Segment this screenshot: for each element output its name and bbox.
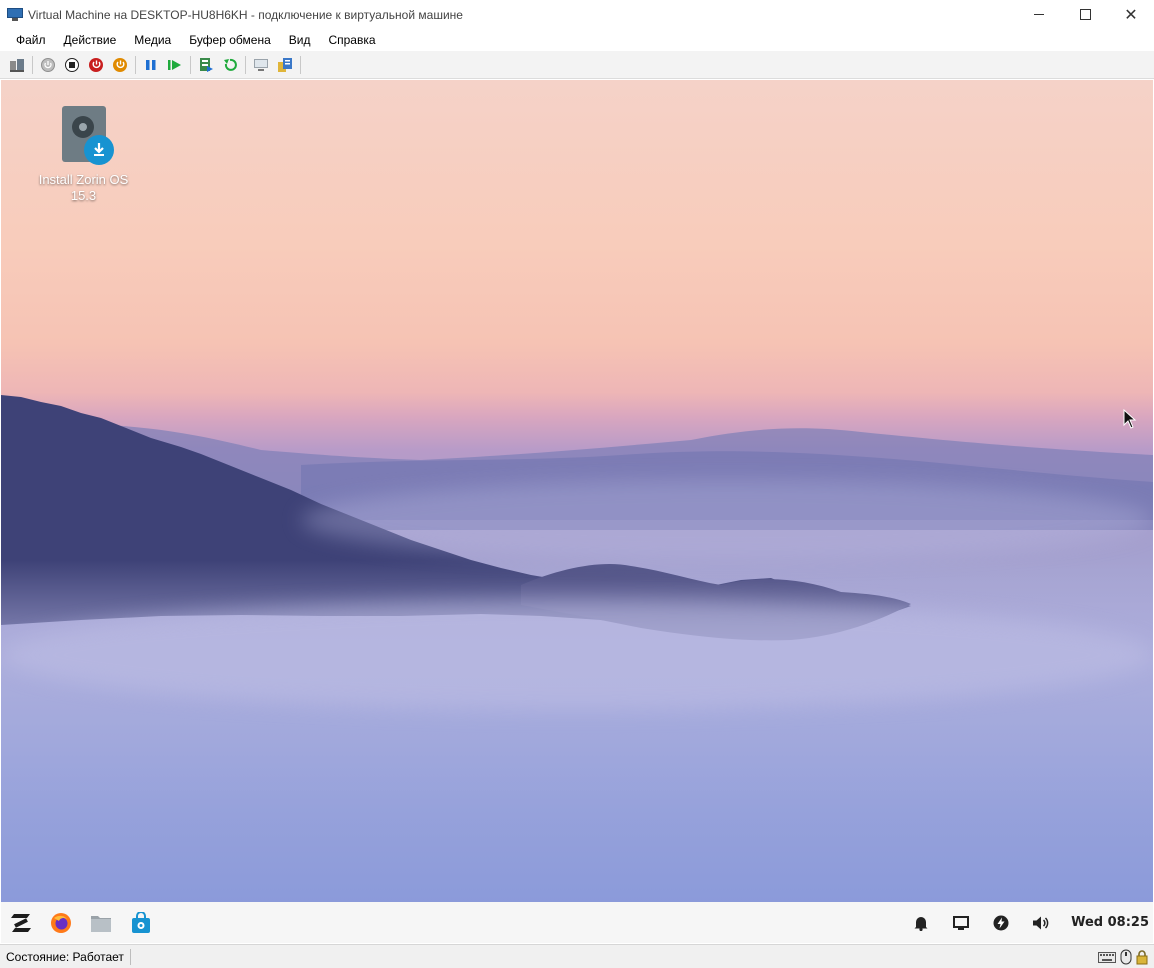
fog-band	[301, 480, 1153, 560]
toolbar	[0, 51, 1154, 79]
shutdown-icon	[89, 57, 103, 72]
start-icon	[41, 57, 55, 72]
guest-taskbar: Wed 08:25	[1, 902, 1153, 943]
enhanced-session-button[interactable]	[253, 57, 269, 73]
notifications-icon	[914, 916, 928, 931]
toolbar-separator	[300, 55, 301, 74]
display-icon	[953, 915, 970, 930]
save-state-icon	[113, 57, 127, 72]
toolbar-separator	[190, 55, 191, 74]
turn-off-button[interactable]	[64, 57, 80, 73]
start-button[interactable]	[40, 57, 56, 73]
menu-bar: Файл Действие Медиа Буфер обмена Вид Спр…	[0, 29, 1154, 51]
pause-icon	[146, 59, 156, 70]
turn-off-icon	[65, 57, 79, 72]
software-store-icon	[132, 911, 150, 933]
zorin-menu-icon	[11, 913, 31, 932]
menu-view[interactable]: Вид	[280, 29, 320, 51]
firefox-button[interactable]	[41, 902, 81, 943]
guest-desktop[interactable]: Install Zorin OS 15.3	[1, 80, 1153, 902]
resume-button[interactable]	[167, 57, 183, 73]
revert-icon	[224, 58, 237, 71]
menu-clipboard[interactable]: Буфер обмена	[180, 29, 280, 51]
lock-icon	[1136, 949, 1148, 964]
system-tray: Wed 08:25	[901, 902, 1153, 943]
keyboard-icon	[1098, 951, 1116, 963]
menu-file[interactable]: Файл	[7, 29, 55, 51]
fog-band	[1, 600, 1153, 710]
zorin-menu-button[interactable]	[1, 902, 41, 943]
mouse-cursor-icon	[1123, 409, 1137, 429]
enhanced-session-icon	[254, 58, 268, 71]
vm-status-text: Состояние: Работает	[0, 948, 131, 965]
clock[interactable]: Wed 08:25	[1071, 915, 1149, 930]
maximize-icon	[1079, 9, 1091, 20]
desktop-icon-label: Install Zorin OS 15.3	[38, 172, 129, 203]
ctrl-alt-del-button[interactable]	[9, 57, 25, 73]
share-icon	[278, 57, 292, 72]
minimize-icon	[1034, 14, 1044, 15]
close-button[interactable]: ✕	[1108, 0, 1154, 29]
minimize-button[interactable]	[1016, 0, 1062, 29]
menu-help[interactable]: Справка	[319, 29, 384, 51]
checkpoint-icon	[200, 57, 213, 72]
revert-button[interactable]	[222, 57, 238, 73]
title-bar: Virtual Machine на DESKTOP-HU8H6KH - под…	[0, 0, 1154, 30]
toolbar-separator	[245, 55, 246, 74]
firefox-icon	[51, 912, 71, 933]
shutdown-button[interactable]	[88, 57, 104, 73]
volume-button[interactable]	[1021, 902, 1061, 943]
software-store-button[interactable]	[121, 902, 161, 943]
mouse-icon	[1120, 949, 1132, 964]
checkpoint-button[interactable]	[198, 57, 214, 73]
ctrl-alt-del-icon	[10, 58, 24, 72]
menu-action[interactable]: Действие	[55, 29, 126, 51]
toolbar-separator	[135, 55, 136, 74]
display-button[interactable]	[941, 902, 981, 943]
volume-icon	[1033, 916, 1049, 929]
resume-icon	[168, 59, 181, 70]
notifications-button[interactable]	[901, 902, 941, 943]
save-state-button[interactable]	[112, 57, 128, 73]
maximize-button[interactable]	[1062, 0, 1108, 29]
power-button[interactable]	[981, 902, 1021, 943]
window-title: Virtual Machine на DESKTOP-HU8H6KH - под…	[28, 7, 463, 22]
files-button[interactable]	[81, 902, 121, 943]
installer-drive-icon	[61, 106, 114, 165]
share-button[interactable]	[277, 57, 293, 73]
files-icon	[91, 915, 111, 932]
status-bar: Состояние: Работает	[0, 944, 1154, 968]
install-zorin-desktop-icon[interactable]: Install Zorin OS 15.3	[31, 106, 136, 204]
vm-connection-icon	[7, 7, 23, 22]
power-icon	[993, 915, 1009, 930]
toolbar-separator	[32, 55, 33, 74]
menu-media[interactable]: Медиа	[125, 29, 180, 51]
close-icon: ✕	[1124, 4, 1138, 24]
pause-button[interactable]	[143, 57, 159, 73]
